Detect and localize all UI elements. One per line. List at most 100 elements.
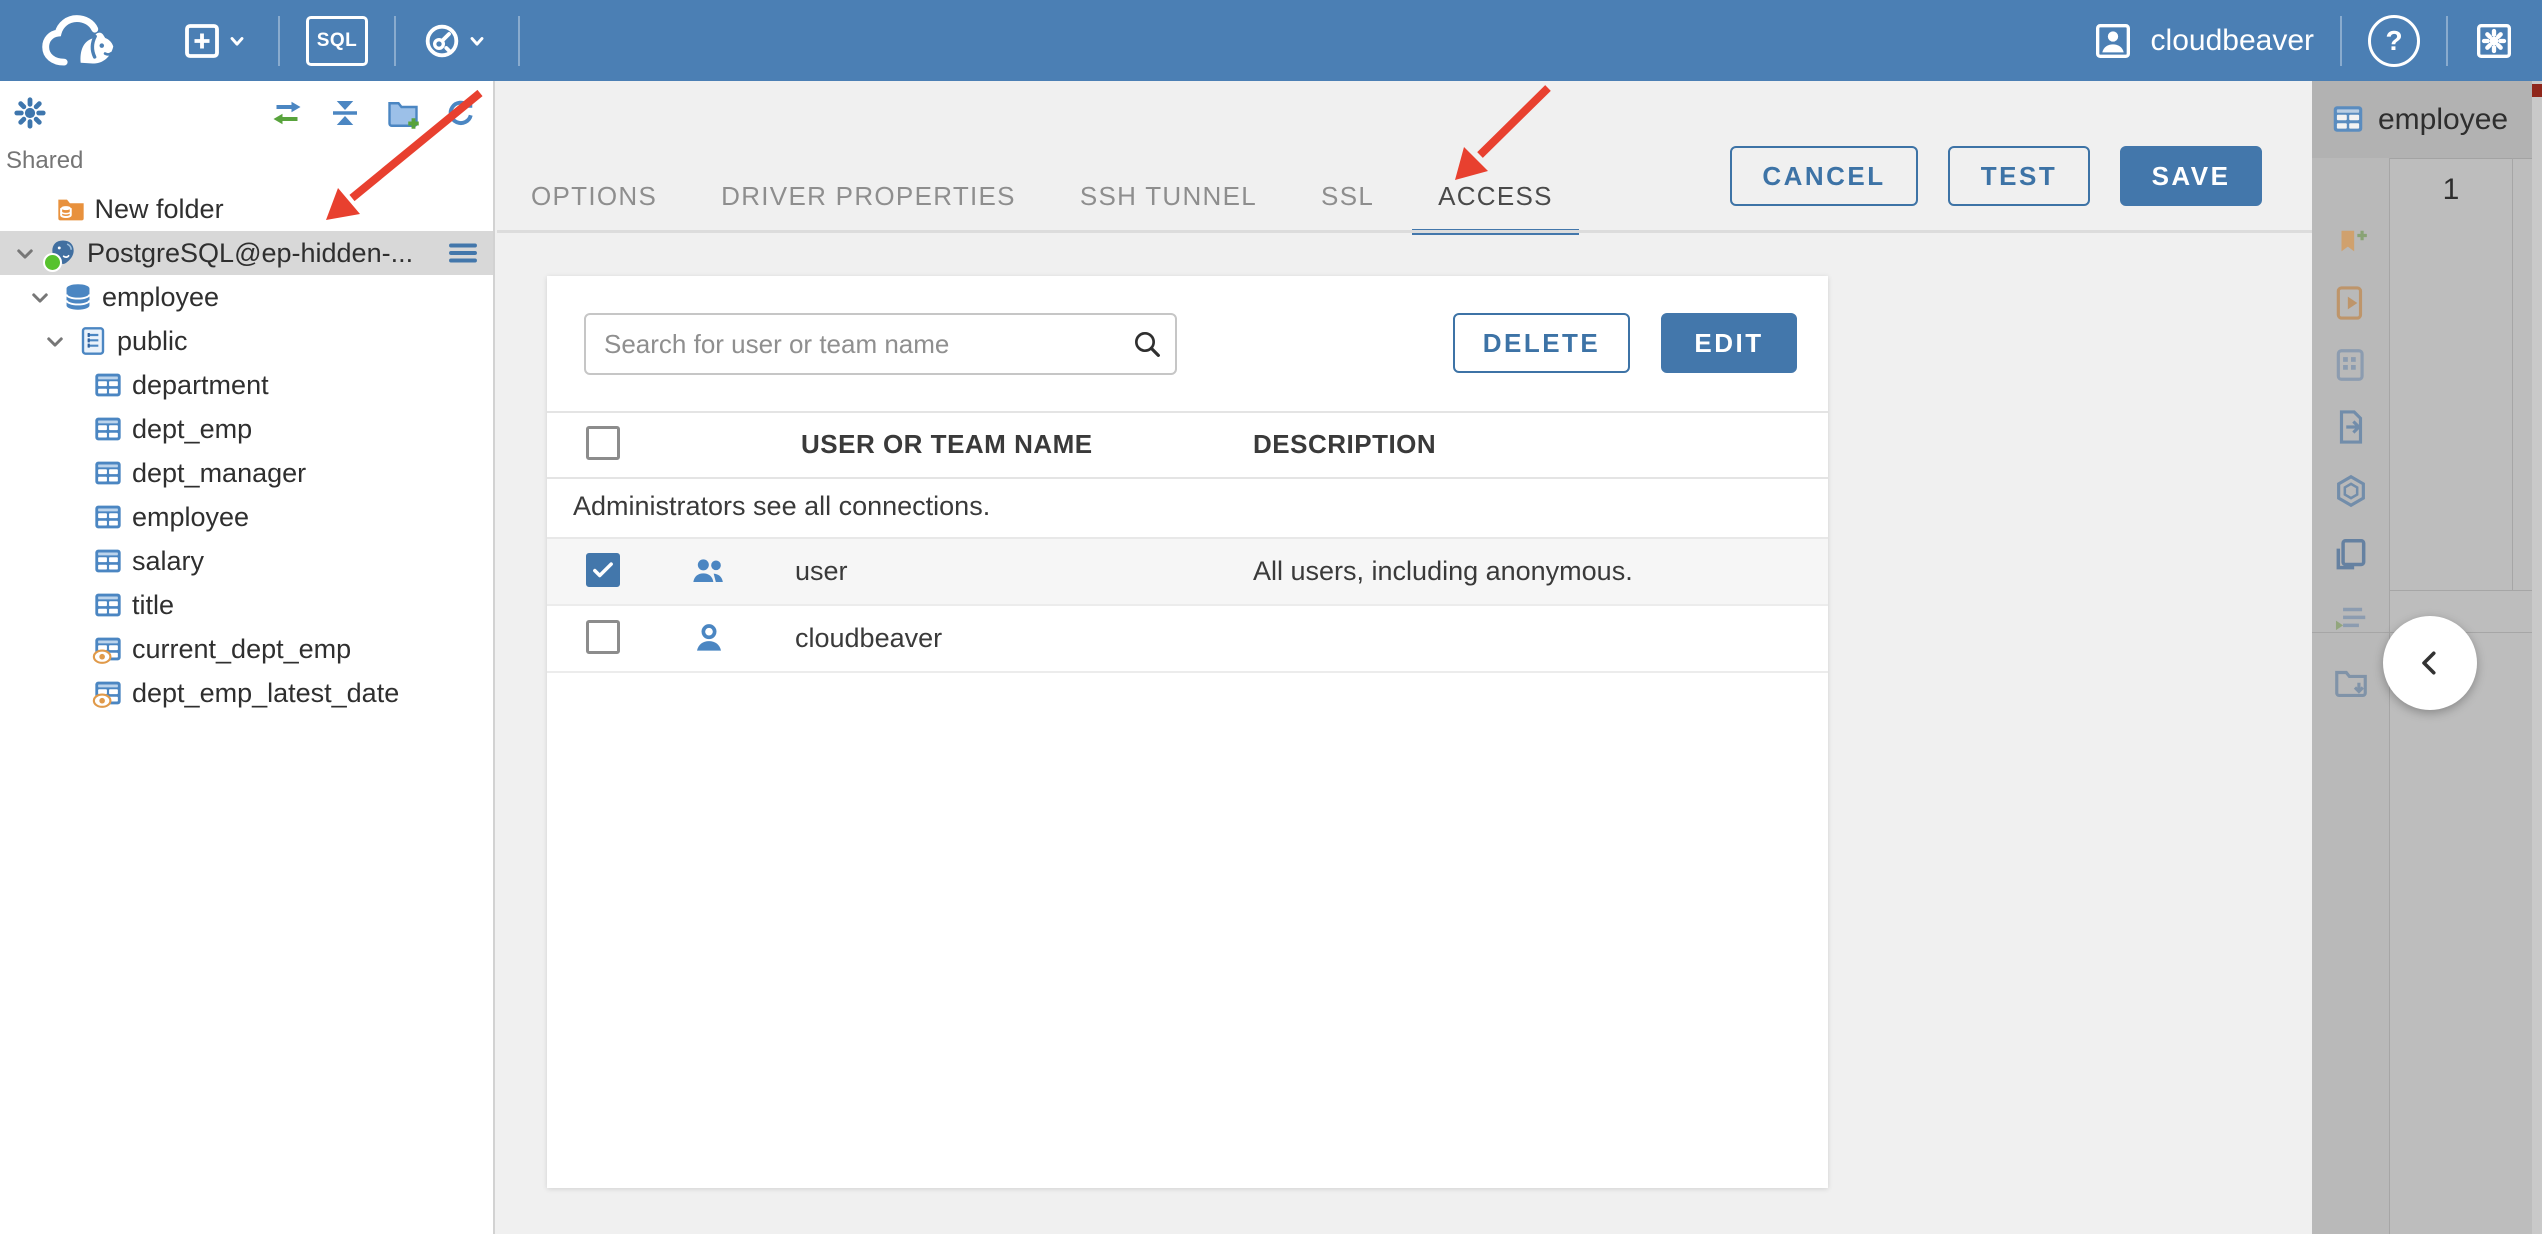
tree-item-label: employee (132, 502, 250, 532)
user-menu[interactable]: cloudbeaver (2093, 21, 2314, 61)
help-button[interactable]: ? (2368, 14, 2420, 67)
toolbar-divider (278, 15, 280, 66)
tab-employee[interactable]: employee (2312, 81, 2532, 159)
tree-item-label: employee (102, 282, 220, 312)
add-folder-icon[interactable] (385, 95, 421, 131)
new-connection-button[interactable] (182, 21, 252, 61)
tree-item-label: PostgreSQL@ep-hidden-... (87, 238, 414, 268)
column-header-name: USER OR TEAM NAME (801, 429, 1093, 459)
settings-tab-bar: OPTIONS DRIVER PROPERTIES SSH TUNNEL SSL ACC… (505, 160, 1579, 235)
edit-button[interactable]: EDIT (1661, 313, 1797, 373)
tab-divider (497, 230, 2312, 233)
tree-item-dept-emp-latest-date[interactable]: dept_emp_latest_date (0, 671, 493, 715)
background-editor-panel: employee 1 (2312, 81, 2542, 1234)
sql-icon: SQL (306, 15, 368, 66)
top-bar: SQL cloudbeaver ? (0, 0, 2542, 81)
tree-item-salary[interactable]: salary (0, 539, 493, 583)
table-icon (92, 413, 124, 445)
tab-options[interactable]: OPTIONS (505, 160, 683, 233)
tree-item-title[interactable]: title (0, 583, 493, 627)
row-checkbox[interactable] (586, 620, 620, 654)
sync-connections-icon[interactable] (269, 95, 305, 131)
expander-chevron-icon[interactable] (25, 283, 55, 313)
search-input[interactable] (586, 315, 1175, 373)
item-menu-icon[interactable] (445, 235, 481, 271)
collapse-panel-button[interactable] (2383, 616, 2477, 710)
chevron-down-icon (222, 26, 252, 56)
scrollbar[interactable] (2532, 81, 2542, 1234)
sql-editor-button[interactable]: SQL (306, 15, 368, 66)
tree-item-postgresql-ep-hidden[interactable]: PostgreSQL@ep-hidden-... (0, 231, 493, 275)
grid-row-number: 1 (2442, 173, 2460, 206)
tree-item-dept-manager[interactable]: dept_manager (0, 451, 493, 495)
test-button[interactable]: TEST (1948, 146, 2090, 206)
grid-line (2512, 158, 2513, 590)
save-button[interactable]: SAVE (2120, 146, 2262, 206)
expander-chevron-icon[interactable] (10, 239, 40, 269)
tree-item-employee[interactable]: employee (0, 495, 493, 539)
table-header: USER OR TEAM NAME DESCRIPTION (547, 411, 1828, 479)
tree-item-new-folder[interactable]: New folder (0, 187, 493, 231)
table-icon (92, 369, 124, 401)
bookmark-add-icon[interactable] (2332, 226, 2370, 264)
postgres-icon (43, 237, 79, 272)
cancel-button[interactable]: CANCEL (1730, 146, 1918, 206)
person-icon (689, 618, 729, 658)
refresh-icon[interactable] (443, 95, 479, 131)
user-name-label: cloudbeaver (2150, 23, 2314, 57)
script-run-icon[interactable] (2332, 284, 2370, 322)
tree-item-employee[interactable]: employee (0, 275, 493, 319)
tab-label: employee (2378, 103, 2509, 136)
folder-import-icon[interactable] (2332, 663, 2370, 701)
tree-item-department[interactable]: department (0, 363, 493, 407)
table-icon (92, 545, 124, 577)
tree-section-label: Shared (6, 147, 84, 174)
access-row-user[interactable]: user All users, including anonymous. (547, 539, 1828, 606)
search-icon[interactable] (1131, 328, 1163, 360)
tab-driver-properties[interactable]: DRIVER PROPERTIES (695, 160, 1042, 233)
table-icon (2330, 101, 2366, 137)
access-row-cloudbeaver[interactable]: cloudbeaver (547, 606, 1828, 673)
plus-square-icon (182, 21, 222, 61)
select-all-checkbox[interactable] (586, 426, 620, 460)
connected-status-dot (43, 253, 62, 272)
expander-chevron-icon[interactable] (40, 327, 70, 357)
row-checkbox[interactable] (586, 553, 620, 587)
editor-toolbar (2312, 158, 2390, 1234)
tab-access[interactable]: ACCESS (1412, 160, 1579, 235)
view-icon (92, 677, 124, 709)
column-header-description: DESCRIPTION (1253, 429, 1437, 459)
table-icon (92, 589, 124, 621)
avatar-icon (2093, 21, 2133, 61)
toolbar-divider (2340, 15, 2342, 66)
openai-icon[interactable] (2332, 472, 2370, 510)
driver-manager-button[interactable] (422, 21, 492, 61)
tree-item-public[interactable]: public (0, 319, 493, 363)
access-table-body: user All users, including anonymous. cloud… (547, 539, 1828, 673)
tree-item-label: current_dept_emp (132, 634, 352, 664)
folderdb-icon (55, 193, 87, 225)
subject-name: cloudbeaver (795, 623, 943, 653)
chevron-left-icon (2422, 651, 2436, 675)
tree-item-label: New folder (94, 194, 224, 224)
table-icon (92, 501, 124, 533)
toolbar-divider (394, 15, 396, 66)
sidebar-settings-icon[interactable] (12, 95, 48, 131)
settings-button[interactable] (2474, 21, 2514, 61)
dialog-actions: CANCEL TEST SAVE (1730, 146, 2262, 206)
subject-name: user (795, 556, 848, 586)
grid-line (2390, 590, 2532, 591)
tab-ssl[interactable]: SSL (1295, 160, 1400, 233)
collapse-all-icon[interactable] (327, 95, 363, 131)
table-script-icon[interactable] (2332, 346, 2370, 384)
tree-item-current-dept-emp[interactable]: current_dept_emp (0, 627, 493, 671)
help-icon: ? (2385, 24, 2403, 56)
delete-button[interactable]: DELETE (1453, 313, 1630, 373)
export-doc-icon[interactable] (2332, 408, 2370, 446)
tab-ssh-tunnel[interactable]: SSH TUNNEL (1054, 160, 1283, 233)
admin-notice-text: Administrators see all connections. (573, 491, 991, 521)
tree-item-dept-emp[interactable]: dept_emp (0, 407, 493, 451)
copy-page-icon[interactable] (2332, 536, 2370, 574)
wrench-circle-icon (422, 21, 462, 61)
red-marker (2532, 84, 2542, 97)
